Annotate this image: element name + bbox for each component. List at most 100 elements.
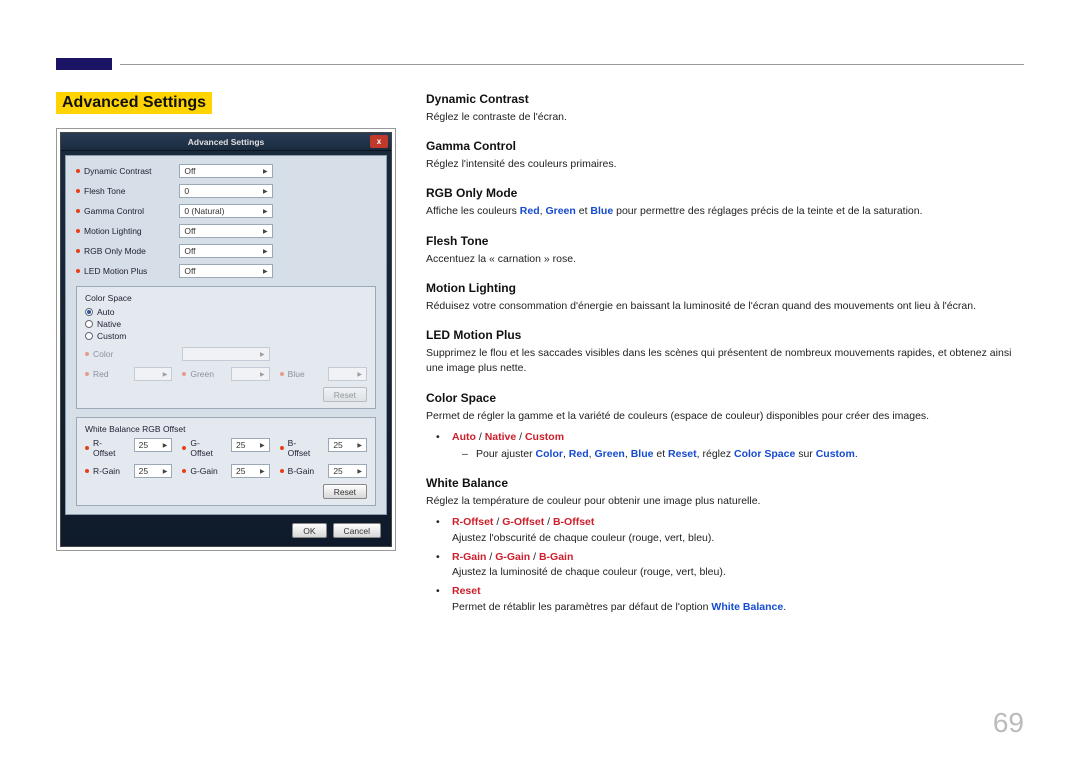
- select-value: 0 (Natural): [184, 206, 224, 216]
- chevron-down-icon: ▶: [263, 268, 268, 275]
- select-value: Off: [184, 266, 195, 276]
- heading-motion-lighting: Motion Lighting: [426, 281, 1024, 295]
- kw-custom: Custom: [816, 448, 855, 460]
- bullet-icon: [280, 469, 284, 473]
- r-gain-select[interactable]: 25 ▶: [134, 464, 173, 478]
- gamma-control-select[interactable]: 0 (Natural) ▶: [179, 204, 272, 218]
- bullet-icon: [76, 189, 80, 193]
- cs-red-select: ▶: [134, 367, 173, 381]
- chevron-down-icon: ▶: [163, 468, 168, 475]
- text: .: [783, 601, 786, 613]
- bullet-icon: [76, 249, 80, 253]
- list-item: Reset Permet de rétablir les paramètres …: [442, 584, 1024, 614]
- text: /: [486, 551, 495, 563]
- b-offset-select[interactable]: 25▶: [328, 438, 367, 452]
- field-label: Green: [190, 369, 214, 379]
- radio-label: Auto: [97, 307, 115, 317]
- heading-color-space: Color Space: [426, 391, 1024, 405]
- field-label: LED Motion Plus: [84, 266, 147, 276]
- field-label: Blue: [288, 369, 305, 379]
- heading-white-balance: White Balance: [426, 476, 1024, 490]
- chevron-down-icon: ▶: [263, 188, 268, 195]
- list-item: Pour ajuster Color, Red, Green, Blue et …: [466, 447, 1024, 462]
- text: /: [476, 431, 485, 443]
- field-label: R-Gain: [93, 466, 120, 476]
- bullet-icon: [76, 269, 80, 273]
- bullet-icon: [85, 372, 89, 376]
- g-offset-select[interactable]: 25 ▶: [231, 438, 270, 452]
- flesh-tone-select[interactable]: 0▶: [179, 184, 272, 198]
- select-value: 25: [139, 466, 148, 476]
- kw-blue: Blue: [631, 448, 654, 460]
- text: Ajustez la luminosité de chaque couleur …: [452, 566, 726, 578]
- kw-g-offset: G-Offset: [502, 516, 544, 528]
- field-label: B-Offset: [288, 438, 319, 458]
- chevron-down-icon: ▶: [263, 208, 268, 215]
- radio-icon: [85, 320, 93, 328]
- text: Affiche les couleurs: [426, 205, 520, 217]
- heading-gamma-control: Gamma Control: [426, 139, 1024, 153]
- section-title: Advanced Settings: [56, 92, 212, 114]
- cancel-button[interactable]: Cancel: [333, 523, 381, 538]
- radio-label: Native: [97, 319, 121, 329]
- close-icon[interactable]: x: [370, 135, 388, 148]
- field-label: Gamma Control: [84, 206, 144, 216]
- cs-blue-select: ▶: [328, 367, 367, 381]
- kw-color: Color: [536, 448, 563, 460]
- g-gain-select[interactable]: 25▶: [231, 464, 270, 478]
- kw-red: Red: [569, 448, 589, 460]
- bullet-icon: [280, 446, 284, 450]
- text: sur: [795, 448, 815, 460]
- text: Pour ajuster: [476, 448, 536, 460]
- text: pour permettre des réglages précis de la…: [613, 205, 922, 217]
- kw-b-gain: B-Gain: [539, 551, 573, 563]
- select-value: 25: [236, 466, 245, 476]
- r-offset-select[interactable]: 25▶: [134, 438, 173, 452]
- bullet-icon: [280, 372, 284, 376]
- select-value: Off: [184, 246, 195, 256]
- kw-b-offset: B-Offset: [553, 516, 594, 528]
- kw-g-gain: G-Gain: [495, 551, 530, 563]
- heading-flesh-tone: Flesh Tone: [426, 234, 1024, 248]
- kw-cs: Color Space: [734, 448, 795, 460]
- select-value: 25: [139, 440, 148, 450]
- kw-r-offset: R-Offset: [452, 516, 493, 528]
- radio-native[interactable]: Native: [85, 319, 367, 329]
- field-label: RGB Only Mode: [84, 246, 146, 256]
- dialog-footer: OK Cancel: [61, 519, 391, 540]
- dynamic-contrast-select[interactable]: Off▶: [179, 164, 272, 178]
- bullet-icon: [76, 209, 80, 213]
- select-value: 25: [236, 440, 245, 450]
- chevron-down-icon: ▶: [260, 442, 265, 449]
- bullet-icon: [76, 229, 80, 233]
- motion-lighting-select[interactable]: Off▶: [179, 224, 272, 238]
- text: et: [653, 448, 668, 460]
- opt-custom: Custom: [525, 431, 564, 443]
- desc: Réglez le contraste de l'écran.: [426, 110, 1024, 125]
- radio-custom[interactable]: Custom: [85, 331, 367, 341]
- chevron-down-icon: ▶: [163, 371, 168, 378]
- kw-red: Red: [520, 205, 540, 217]
- text: /: [516, 431, 525, 443]
- b-gain-select[interactable]: 25 ▶: [328, 464, 367, 478]
- rgb-only-select[interactable]: Off▶: [179, 244, 272, 258]
- opt-auto: Auto: [452, 431, 476, 443]
- field-label: Color: [93, 349, 113, 359]
- bullet-icon: [85, 469, 89, 473]
- ok-button[interactable]: OK: [292, 523, 326, 538]
- heading-rgb-only: RGB Only Mode: [426, 186, 1024, 200]
- radio-auto[interactable]: Auto: [85, 307, 367, 317]
- text: .: [855, 448, 858, 460]
- field-label: Motion Lighting: [84, 226, 142, 236]
- text: Ajustez l'obscurité de chaque couleur (r…: [452, 532, 714, 544]
- led-motion-plus-select[interactable]: Off ▶: [179, 264, 272, 278]
- kw-blue: Blue: [590, 205, 613, 217]
- chevron-down-icon: ▶: [263, 168, 268, 175]
- kw-wb: White Balance: [711, 601, 783, 613]
- white-balance-group: White Balance RGB Offset R-Offset 25▶ G-…: [76, 417, 376, 506]
- bullet-icon: [182, 446, 186, 450]
- chevron-down-icon: ▶: [357, 468, 362, 475]
- wb-reset-button[interactable]: Reset: [323, 484, 367, 499]
- select-value: 25: [333, 466, 342, 476]
- bullet-icon: [76, 169, 80, 173]
